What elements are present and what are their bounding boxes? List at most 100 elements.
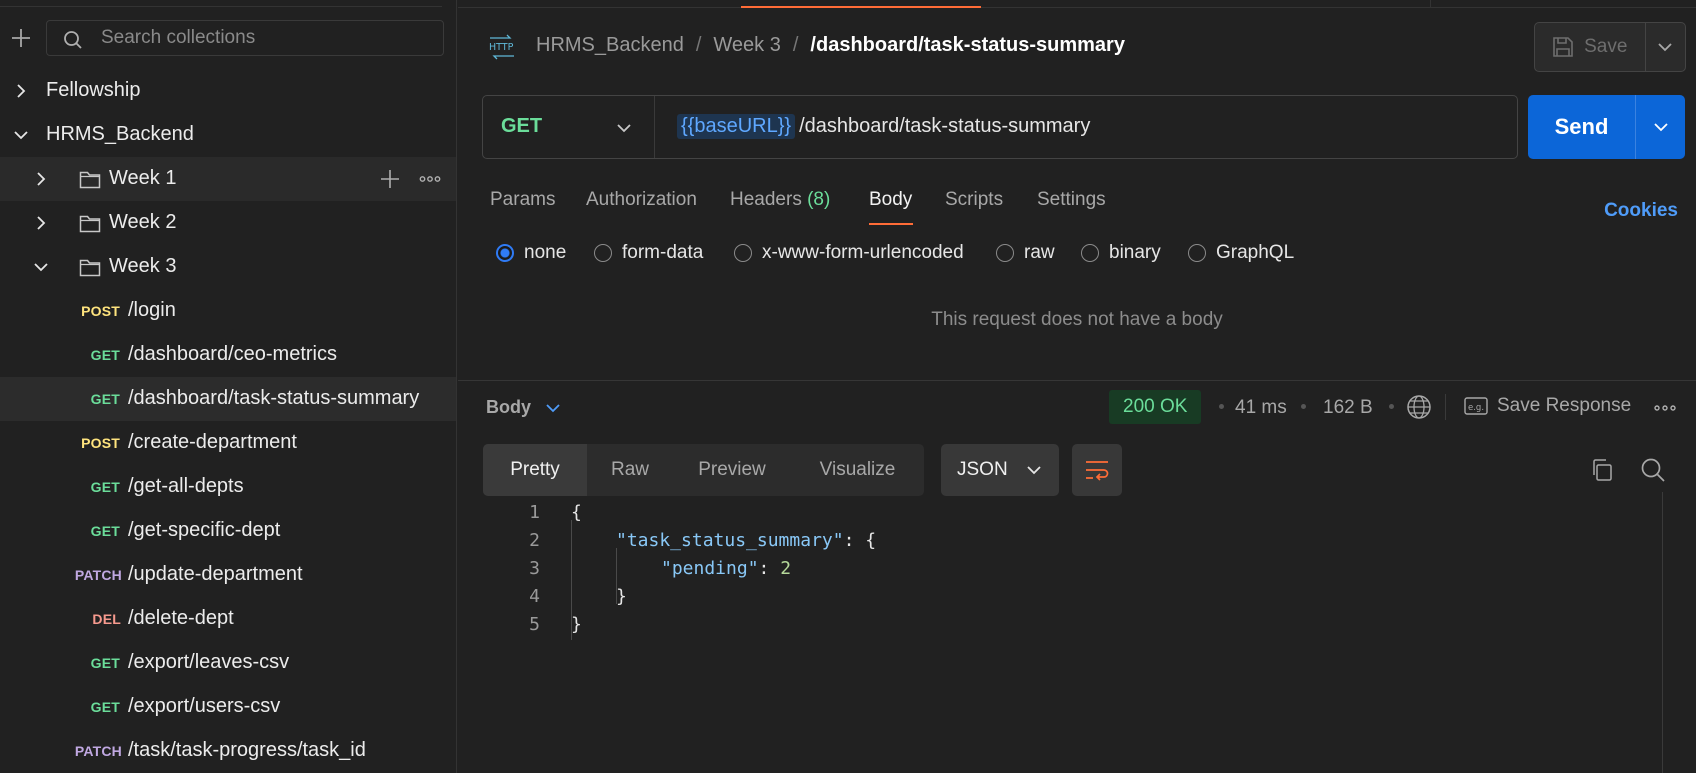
breadcrumb-collection[interactable]: HRMS_Backend (536, 34, 684, 57)
chevron-right-icon[interactable] (33, 171, 49, 187)
sidebar-top-divider (0, 6, 442, 7)
request-label: /update-department (128, 563, 303, 585)
method-select[interactable]: GET (483, 96, 655, 158)
status-badge[interactable]: 200 OK (1109, 390, 1202, 424)
send-button[interactable]: Send (1528, 95, 1636, 159)
body-option-label: form-data (622, 242, 704, 263)
collection-hrms-backend[interactable]: HRMS_Backend (0, 113, 456, 157)
radio[interactable] (594, 244, 612, 262)
view-tab-pretty[interactable]: Pretty (483, 444, 587, 496)
folder-label: Week 1 (109, 167, 177, 189)
response-time[interactable]: 41 ms (1235, 397, 1287, 419)
tab-settings[interactable]: Settings (1037, 189, 1106, 211)
add-request-plus-icon[interactable] (379, 168, 401, 190)
request-label: /create-department (128, 431, 297, 453)
request-item[interactable]: PATCH /update-department (0, 553, 456, 597)
tab-authorization[interactable]: Authorization (586, 189, 697, 211)
wrap-lines-button[interactable] (1072, 444, 1122, 496)
request-item-selected[interactable]: GET /dashboard/task-status-summary (0, 377, 456, 421)
search-collections-input[interactable] (101, 21, 431, 55)
response-divider[interactable] (458, 380, 1696, 381)
send-dropdown-button[interactable] (1636, 95, 1685, 159)
folder-week-1[interactable]: Week 1 (0, 157, 456, 201)
code-line: 4 } (458, 584, 1658, 612)
radio-checked[interactable] (496, 244, 514, 262)
chevron-down-icon (617, 124, 631, 133)
request-item[interactable]: PATCH /task/task-progress/task_id (0, 729, 456, 773)
breadcrumb-folder[interactable]: Week 3 (713, 34, 780, 57)
copy-icon[interactable] (1590, 458, 1614, 482)
line-number: 3 (529, 558, 540, 579)
tab-params[interactable]: Params (490, 189, 555, 211)
request-item[interactable]: GET /get-specific-dept (0, 509, 456, 553)
save-label: Save (1584, 36, 1628, 57)
body-option-graphql[interactable]: GraphQL (1188, 242, 1294, 264)
request-item[interactable]: GET /dashboard/ceo-metrics (0, 333, 456, 377)
new-collection-plus-icon[interactable] (9, 26, 33, 50)
radio[interactable] (1188, 244, 1206, 262)
chevron-right-icon[interactable] (33, 215, 49, 231)
more-options-icon[interactable] (1654, 404, 1676, 412)
url-variable[interactable]: {{baseURL}} (677, 114, 796, 139)
line-number: 2 (529, 530, 540, 551)
search-icon[interactable] (1640, 457, 1666, 483)
chevron-down-icon[interactable] (33, 259, 49, 275)
tab-scripts[interactable]: Scripts (945, 189, 1003, 211)
code-line: 1 { (458, 500, 1658, 528)
folder-week-2[interactable]: Week 2 (0, 201, 456, 245)
tab-body[interactable]: Body (869, 189, 912, 211)
code-text: "pending": 2 (661, 558, 791, 579)
collection-fellowship[interactable]: Fellowship (0, 69, 456, 113)
tab-headers[interactable]: Headers (8) (730, 189, 830, 211)
request-item[interactable]: GET /export/leaves-csv (0, 641, 456, 685)
response-section-select[interactable]: Body (486, 397, 561, 418)
method-badge: POST (81, 435, 120, 451)
method-badge: POST (81, 303, 120, 319)
view-tab-visualize[interactable]: Visualize (791, 444, 924, 496)
radio[interactable] (996, 244, 1014, 262)
body-option-form-data[interactable]: form-data (594, 242, 703, 264)
save-dropdown-button[interactable] (1646, 23, 1685, 71)
json-punct: : (758, 558, 781, 579)
response-size[interactable]: 162 B (1323, 397, 1373, 419)
send-button-group: Send (1528, 95, 1685, 159)
search-collections-box[interactable] (46, 20, 444, 56)
body-option-raw[interactable]: raw (996, 242, 1055, 264)
format-select-value: JSON (957, 459, 1008, 480)
more-options-icon[interactable] (419, 168, 441, 190)
view-tab-preview[interactable]: Preview (673, 444, 791, 496)
request-label: /delete-dept (128, 607, 234, 629)
code-text: } (616, 586, 627, 607)
sidebar-search-row (0, 18, 456, 58)
request-title[interactable]: /dashboard/task-status-summary (810, 34, 1125, 57)
radio[interactable] (734, 244, 752, 262)
wrap-lines-icon (1086, 461, 1109, 481)
response-section-label: Body (486, 397, 531, 417)
body-option-binary[interactable]: binary (1081, 242, 1161, 264)
network-globe-icon[interactable] (1406, 394, 1432, 420)
url-input[interactable]: {{baseURL}} /dashboard/task-status-summa… (677, 114, 1090, 139)
cookies-link[interactable]: Cookies (1604, 200, 1678, 222)
save-response-button[interactable]: e.g. Save Response (1464, 395, 1631, 417)
body-option-urlencoded[interactable]: x-www-form-urlencoded (734, 242, 964, 264)
folder-week-3[interactable]: Week 3 (0, 245, 456, 289)
chevron-down-icon[interactable] (13, 127, 29, 143)
request-item[interactable]: DEL /delete-dept (0, 597, 456, 641)
chevron-right-icon[interactable] (13, 83, 29, 99)
code-text: { (571, 502, 582, 523)
radio[interactable] (1081, 244, 1099, 262)
request-label: /get-all-depts (128, 475, 244, 497)
chevron-down-icon (1658, 43, 1672, 52)
request-item[interactable]: POST /create-department (0, 421, 456, 465)
format-select[interactable]: JSON (941, 444, 1059, 496)
folder-icon (79, 215, 101, 233)
request-item[interactable]: GET /export/users-csv (0, 685, 456, 729)
code-line: 5 } (458, 612, 1658, 640)
view-tab-raw[interactable]: Raw (587, 444, 673, 496)
body-option-none[interactable]: none (496, 242, 566, 264)
request-item[interactable]: POST /login (0, 289, 456, 333)
request-item[interactable]: GET /get-all-depts (0, 465, 456, 509)
save-button[interactable]: Save (1535, 23, 1646, 71)
url-bar[interactable]: GET {{baseURL}} /dashboard/task-status-s… (482, 95, 1518, 159)
response-meta-divider (1445, 394, 1446, 420)
